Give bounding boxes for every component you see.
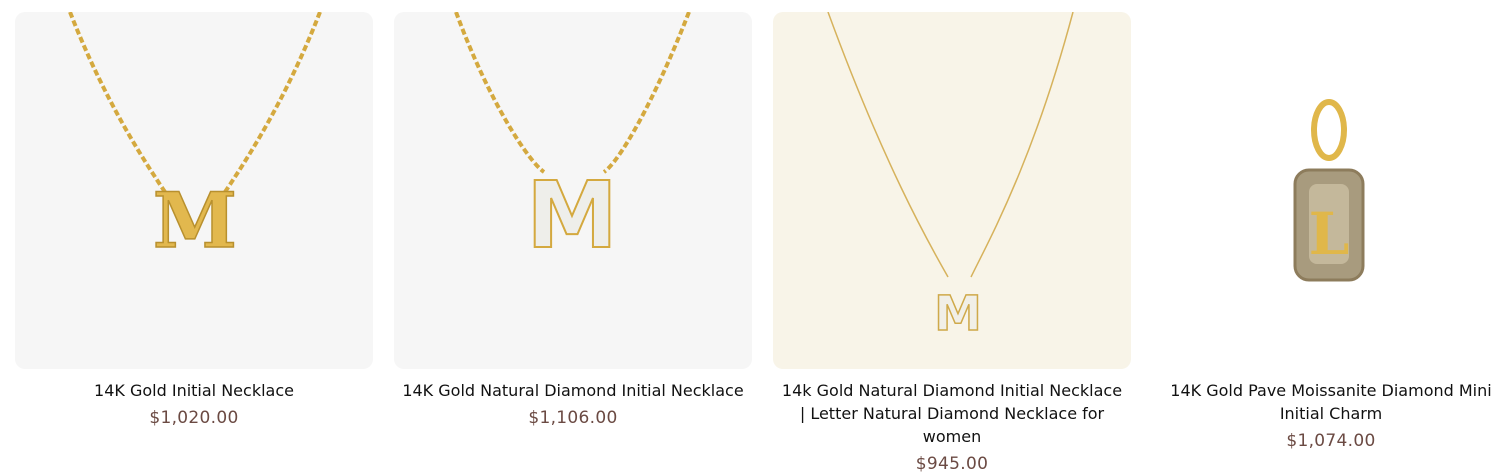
product-title[interactable]: 14k Gold Natural Diamond Initial Necklac…: [773, 379, 1131, 448]
product-image[interactable]: M: [394, 12, 752, 369]
product-card[interactable]: M 14k Gold Natural Diamond Initial Neckl…: [773, 12, 1131, 474]
product-card[interactable]: L 14K Gold Pave Moissanite Diamond Mini …: [1152, 12, 1500, 451]
product-image[interactable]: M: [773, 12, 1131, 369]
svg-text:L: L: [1309, 200, 1350, 268]
svg-text:M: M: [153, 176, 237, 265]
product-price: $1,020.00: [149, 408, 239, 428]
diamond-initial-m-necklace-icon: M: [454, 12, 691, 270]
svg-text:M: M: [526, 162, 618, 269]
product-title[interactable]: 14K Gold Initial Necklace: [15, 379, 373, 402]
product-price: $1,106.00: [528, 408, 618, 428]
product-price: $945.00: [915, 454, 989, 474]
svg-text:M: M: [934, 286, 982, 342]
pave-l-charm-icon: L: [1293, 99, 1365, 282]
product-image[interactable]: L: [1152, 12, 1500, 369]
product-card[interactable]: M 14K Gold Initial Necklace $1,020.00: [15, 12, 373, 428]
fine-chain-diamond-m-necklace-icon: M: [827, 12, 1074, 343]
product-title[interactable]: 14K Gold Pave Moissanite Diamond Mini In…: [1152, 379, 1500, 425]
product-grid: M 14K Gold Initial Necklace $1,020.00 M …: [0, 0, 1500, 474]
product-price: $1,074.00: [1286, 431, 1376, 451]
product-card[interactable]: M 14K Gold Natural Diamond Initial Neckl…: [394, 12, 752, 428]
product-image[interactable]: M: [15, 12, 373, 369]
product-title[interactable]: 14K Gold Natural Diamond Initial Necklac…: [394, 379, 752, 402]
gold-initial-m-necklace-icon: M: [68, 12, 322, 266]
